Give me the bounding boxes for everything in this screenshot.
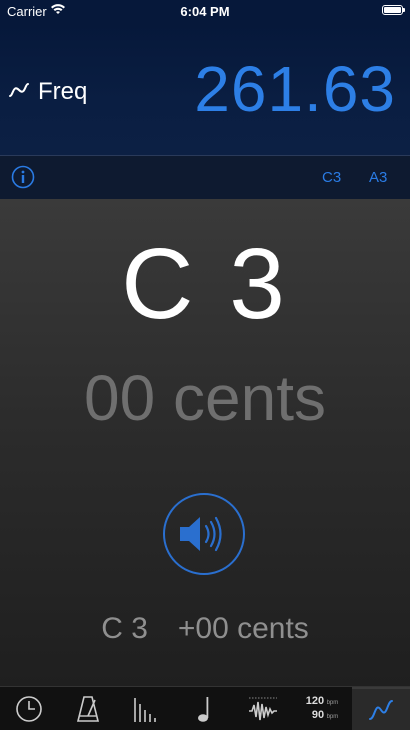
note-a3-button[interactable]: A3 (369, 169, 387, 186)
cents-display: 00 cents (84, 362, 326, 434)
bpm-bottom-unit: bpm (326, 713, 339, 720)
battery-icon (382, 5, 405, 15)
note-c3-button[interactable]: C3 (322, 169, 341, 186)
tone-note: C 3 (101, 612, 148, 645)
tuner-display: C 3 00 cents C 3 +00 cents (0, 199, 410, 686)
bpm-top-unit: bpm (326, 699, 339, 706)
bars-icon (134, 697, 156, 722)
info-icon[interactable] (11, 165, 35, 194)
bpm-display: 120 bpm 90 bpm (306, 695, 339, 723)
note-name: C 3 (121, 228, 289, 340)
status-time: 6:04 PM (180, 4, 230, 19)
sine-wave-icon (8, 79, 30, 106)
bpm-bottom-value: 90 (311, 708, 325, 721)
tab-note[interactable] (176, 687, 234, 730)
music-note-icon (198, 696, 209, 722)
tab-levels[interactable] (117, 687, 175, 730)
tab-bar: 120 bpm 90 bpm (0, 686, 410, 730)
status-bar: Carrier 6:04 PM (0, 0, 410, 22)
speaker-icon (163, 493, 245, 575)
tone-readout: C 3 +00 cents (0, 612, 410, 646)
metronome-icon (76, 695, 100, 722)
tab-bpm[interactable]: 120 bpm 90 bpm (293, 687, 351, 730)
mode-selector[interactable]: Freq (8, 78, 87, 106)
frequency-header: Freq 261.63 (0, 22, 410, 155)
play-tone-button[interactable] (163, 493, 245, 575)
frequency-readout: 261.63 (194, 53, 396, 125)
tab-metronome[interactable] (59, 687, 117, 730)
mode-label: Freq (38, 78, 88, 105)
tab-clock[interactable] (0, 687, 58, 730)
tone-cents: +00 cents (177, 612, 309, 645)
sine-wave-icon (369, 699, 393, 720)
sub-toolbar: C3 A3 (0, 156, 410, 199)
clock-icon (16, 695, 42, 722)
tab-waveform[interactable] (234, 687, 292, 730)
waveform-icon (249, 697, 277, 720)
tab-frequency[interactable] (352, 687, 410, 730)
bpm-top-value: 120 (305, 694, 325, 707)
